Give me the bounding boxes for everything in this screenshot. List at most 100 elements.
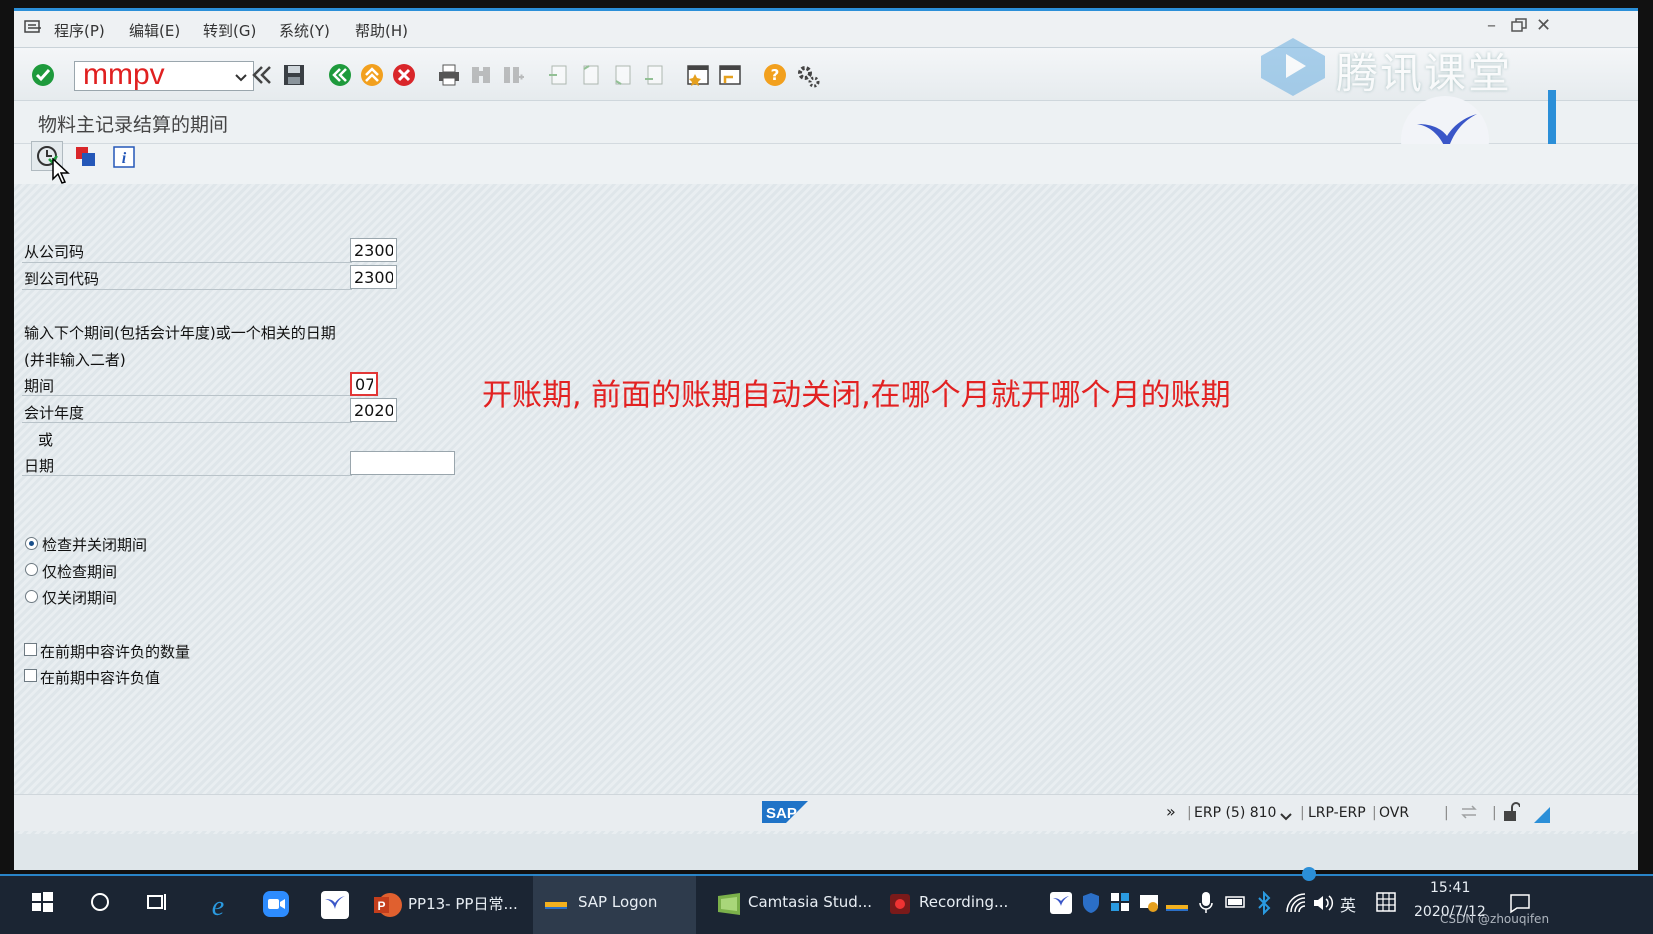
wifi-icon[interactable]	[1285, 892, 1307, 918]
chevron-down-icon[interactable]	[1280, 807, 1292, 826]
clock-time[interactable]: 15:41	[1430, 880, 1470, 896]
unlock-icon[interactable]	[1502, 802, 1521, 826]
menu-help[interactable]: 帮助(H)	[355, 20, 408, 41]
last-page-icon[interactable]	[642, 63, 666, 87]
fiscal-year-input[interactable]	[350, 398, 397, 422]
status-mode[interactable]: OVR	[1379, 805, 1409, 821]
transfer-icon[interactable]	[1460, 804, 1478, 824]
taskbar-app-sap-label[interactable]: SAP Logon	[578, 893, 657, 911]
windows-start-icon[interactable]	[30, 890, 58, 918]
menu-edit[interactable]: 编辑(E)	[129, 20, 180, 41]
period-label: 期间	[24, 377, 55, 395]
first-page-icon[interactable]	[546, 63, 570, 87]
svg-text:P: P	[377, 899, 385, 913]
separator: |	[1444, 805, 1449, 821]
divider	[22, 289, 352, 290]
play-logo-icon	[1258, 36, 1328, 102]
recording-icon[interactable]	[886, 890, 914, 918]
chevron-down-icon[interactable]	[235, 68, 247, 87]
ime-language-indicator[interactable]: 英	[1340, 892, 1356, 916]
camtasia-icon[interactable]	[715, 890, 743, 918]
taskbar-app-recording-label[interactable]: Recording...	[919, 893, 1008, 911]
enter-check-icon[interactable]	[31, 63, 55, 87]
powerpoint-icon[interactable]: P	[373, 890, 402, 918]
application-toolbar: i	[14, 141, 1638, 184]
customize-layout-gear-icon[interactable]	[795, 63, 820, 88]
radio-close-only[interactable]	[25, 590, 38, 603]
menu-program[interactable]: 程序(P)	[54, 20, 105, 41]
tray-sap-icon[interactable]	[1166, 898, 1188, 917]
bluetooth-icon[interactable]	[1257, 890, 1271, 919]
restore-icon[interactable]	[1511, 17, 1527, 36]
from-company-input[interactable]	[350, 238, 397, 262]
resize-grip-icon[interactable]	[1534, 807, 1550, 827]
ime-grid-icon[interactable]	[1376, 892, 1396, 916]
tray-feishu-icon[interactable]	[1050, 892, 1072, 918]
divider	[22, 422, 352, 423]
csdn-watermark: CSDN @zhouqifen	[1440, 912, 1550, 926]
save-icon[interactable]	[282, 63, 306, 87]
sap-logon-icon[interactable]	[544, 896, 572, 924]
cancel-icon[interactable]	[392, 63, 416, 87]
notification-center-icon[interactable]	[1509, 892, 1531, 918]
page-title: 物料主记录结算的期间	[38, 114, 229, 136]
or-label: 或	[38, 431, 54, 449]
period-input[interactable]	[350, 372, 378, 396]
new-session-icon[interactable]	[686, 63, 710, 87]
task-view-icon[interactable]	[145, 890, 173, 918]
speaker-volume-icon[interactable]	[1312, 892, 1334, 918]
checkbox-label-negative-quantity: 在前期中容许负的数量	[40, 643, 191, 661]
from-company-label: 从公司码	[24, 243, 85, 261]
radio-check-and-close[interactable]	[25, 537, 38, 550]
video-progress-bar[interactable]	[0, 874, 1653, 876]
previous-page-icon[interactable]	[578, 63, 602, 87]
tray-network-share-icon[interactable]	[1138, 892, 1160, 918]
taskbar-app-ppt-label[interactable]: PP13- PP日常...	[408, 893, 518, 914]
to-company-input[interactable]	[350, 265, 397, 289]
help-icon[interactable]: ?	[763, 63, 787, 87]
status-bar: SAP » | ERP (5) 810 | LRP-ERP | OVR | |	[14, 794, 1638, 831]
microphone-icon[interactable]	[1199, 891, 1213, 919]
menu-goto[interactable]: 转到(G)	[203, 20, 256, 41]
command-field[interactable]: mmpv	[74, 58, 254, 91]
feishu-bird-icon[interactable]	[320, 890, 349, 919]
taskbar-app-camtasia-label[interactable]: Camtasia Stud...	[748, 893, 872, 911]
video-progress-handle[interactable]	[1302, 867, 1316, 881]
overlay-annotation: 开账期, 前面的账期自动关闭,在哪个月就开哪个月的账期	[482, 378, 1231, 413]
instruction-line-2: (并非输入二者)	[24, 351, 126, 369]
zoom-meeting-icon[interactable]	[262, 890, 290, 918]
checkbox-allow-negative-quantity[interactable]	[24, 643, 37, 656]
sap-logo-text: SAP	[766, 805, 797, 822]
close-window-icon[interactable]: ✕	[1536, 15, 1551, 36]
radio-label-check-only: 仅检查期间	[42, 563, 118, 581]
svg-text:?: ?	[771, 66, 780, 84]
shortcut-icon[interactable]	[718, 63, 742, 87]
scrollbar-thumb[interactable]	[1548, 90, 1556, 152]
date-input[interactable]	[350, 451, 455, 475]
print-icon[interactable]	[437, 63, 461, 87]
next-page-icon[interactable]	[610, 63, 634, 87]
find-icon[interactable]	[469, 63, 493, 87]
status-expand[interactable]: »	[1166, 802, 1176, 821]
radio-check-only[interactable]	[25, 563, 38, 576]
minimize-icon[interactable]: –	[1487, 15, 1496, 36]
battery-icon[interactable]	[1225, 894, 1247, 914]
variants-icon[interactable]	[74, 145, 98, 173]
standard-toolbar: mmpv ? 腾讯课堂	[14, 38, 1638, 101]
back-icon[interactable]	[328, 63, 352, 87]
tray-app-grid-icon[interactable]	[1110, 892, 1130, 916]
screen-title-bar: 物料主记录结算的期间	[14, 101, 1638, 144]
status-system[interactable]: ERP (5) 810	[1194, 805, 1276, 821]
find-next-icon[interactable]	[501, 63, 525, 87]
menu-system[interactable]: 系统(Y)	[279, 20, 330, 41]
radio-label-check-and-close: 检查并关闭期间	[42, 536, 148, 554]
sap-menu-icon[interactable]	[24, 19, 42, 39]
search-circle-icon[interactable]	[88, 890, 116, 918]
info-icon[interactable]: i	[112, 145, 136, 173]
collapse-double-left-icon[interactable]	[250, 63, 274, 87]
exit-icon[interactable]	[360, 63, 384, 87]
separator: |	[1300, 805, 1305, 821]
internet-explorer-icon[interactable]: e	[203, 890, 231, 922]
checkbox-allow-negative-value[interactable]	[24, 669, 37, 682]
tray-shield-icon[interactable]	[1081, 892, 1101, 918]
